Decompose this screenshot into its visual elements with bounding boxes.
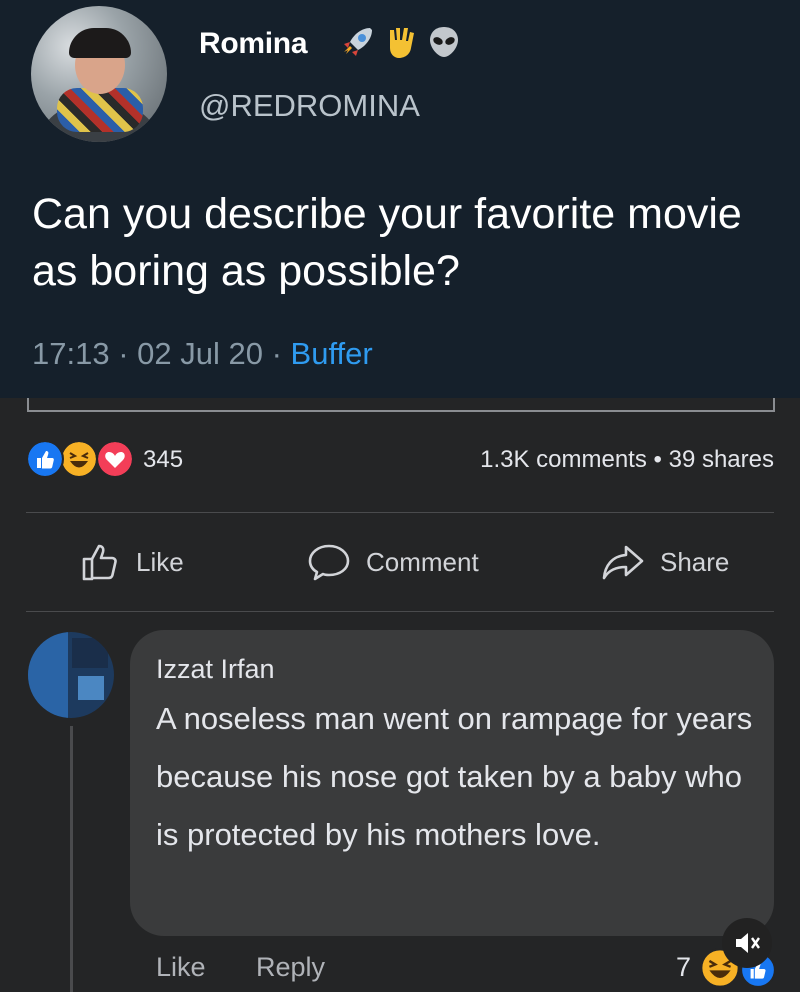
tweet-date: 02 Jul 20 [137,336,263,371]
comment-button[interactable]: Comment [306,540,479,584]
avatar-panel [28,632,68,718]
reactions-summary[interactable]: 345 1.3K comments • 39 shares [0,440,800,490]
comments-count-link[interactable]: 1.3K comments [480,446,647,473]
rocket-emoji-icon [344,28,372,56]
reaction-count[interactable]: 345 [143,446,183,474]
meta-separator: · [262,336,291,371]
tweet-source-link[interactable]: Buffer [291,336,373,371]
comment-author[interactable]: Izzat Irfan [156,654,275,685]
comment-reaction-count[interactable]: 7 [676,952,691,983]
stats-dot: • [646,446,669,473]
tweet-author-avatar[interactable] [31,6,167,142]
tweet-time: 17:13 [32,336,110,371]
share-arrow-icon [602,545,644,580]
avatar-panel [72,638,108,668]
commenter-avatar[interactable] [28,632,114,718]
share-label: Share [660,546,730,577]
tweet-card: Romina @REDROMINA Can you describe your … [0,0,800,398]
comment-like-button[interactable]: Like [156,952,206,983]
comment-text: A noseless man went on rampage for years… [156,701,753,852]
like-button[interactable]: Like [80,540,184,584]
avatar-hair [69,28,131,58]
divider [26,611,774,612]
comment-bubble-icon [308,544,350,581]
haha-reaction-icon [60,440,98,478]
divider [26,512,774,513]
shares-count-link[interactable]: 39 shares [669,446,774,473]
post-stats: 1.3K comments • 39 shares [480,446,774,474]
alien-emoji-icon [430,27,458,57]
tweet-display-name[interactable]: Romina [199,27,308,61]
like-reaction-icon [26,440,64,478]
shared-post-frame [27,398,775,412]
avatar-panel [78,676,104,700]
like-label: Like [136,546,184,577]
thumbs-up-icon [82,544,117,581]
love-reaction-icon [96,440,134,478]
vulcan-salute-emoji-icon [390,28,414,58]
tweet-meta: 17:13 · 02 Jul 20 · Buffer [32,336,373,372]
comment-reply-button[interactable]: Reply [256,952,325,983]
thread-line [70,726,73,992]
tweet-handle[interactable]: @REDROMINA [199,88,420,124]
comment-label: Comment [366,546,479,577]
avatar-scarf [57,88,143,132]
speaker-muted-icon [736,933,760,953]
mute-button[interactable] [722,918,772,968]
share-button[interactable]: Share [600,540,729,584]
meta-separator: · [109,336,138,371]
tweet-text: Can you describe your favorite movie as … [32,190,742,295]
